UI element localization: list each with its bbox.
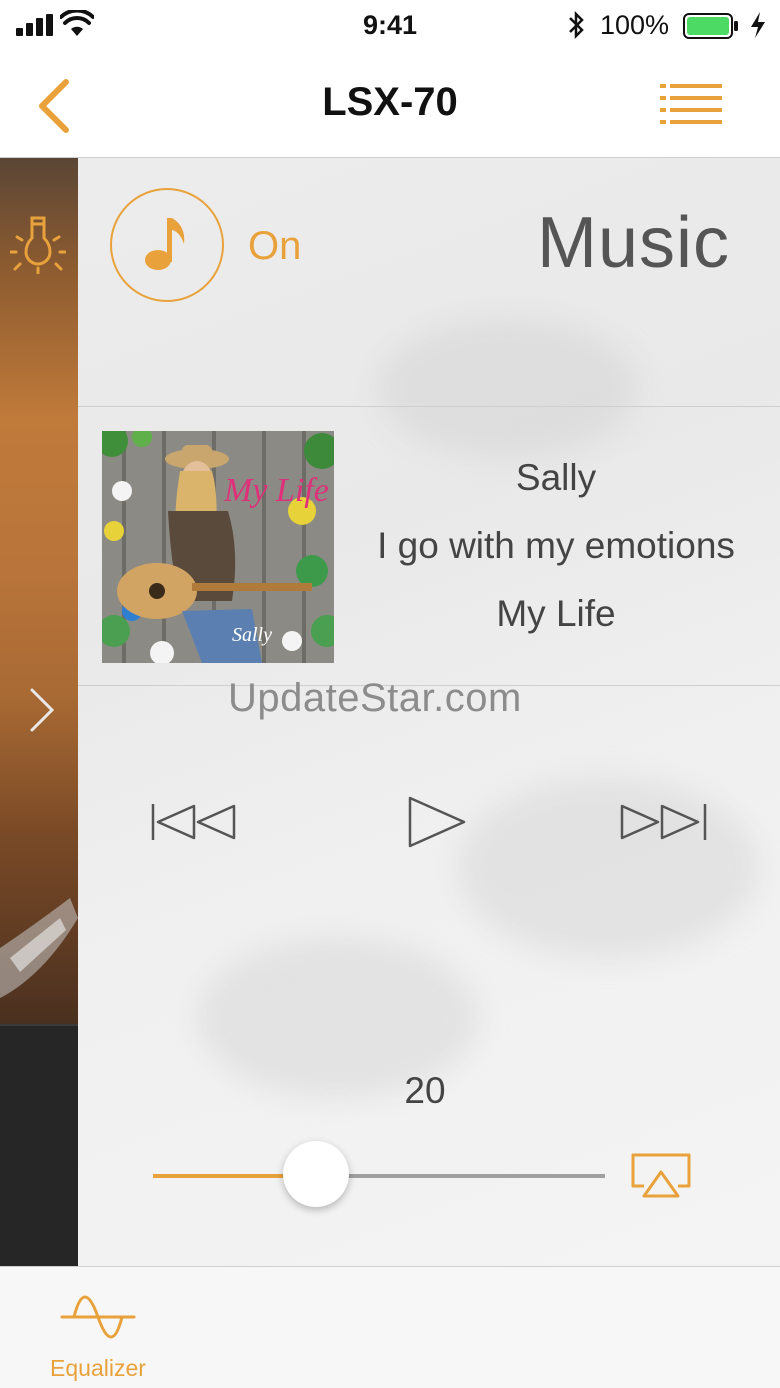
side-panel	[0, 158, 78, 1266]
play-button[interactable]	[406, 794, 470, 850]
album-art-artist: Sally	[232, 624, 272, 646]
source-state: On	[248, 224, 302, 268]
side-panel-bottom	[0, 1024, 78, 1266]
navigation-bar: LSX-70	[0, 52, 780, 158]
watermark: UpdateStar.com	[228, 676, 522, 720]
tab-equalizer[interactable]: Equalizer	[30, 1281, 166, 1381]
battery-icon	[683, 13, 738, 39]
track-artist: Sally	[515, 457, 597, 498]
skip-forward-button[interactable]	[620, 798, 710, 846]
source-section: On Music	[78, 158, 780, 407]
sine-wave-icon	[60, 1295, 136, 1339]
volume-slider[interactable]	[153, 1174, 605, 1178]
volume-slider-thumb[interactable]	[282, 1141, 349, 1207]
glass-decoration	[0, 898, 78, 998]
player-panel: On Music My Life Sally Sally I go with m…	[78, 158, 780, 1266]
bluetooth-icon	[569, 10, 584, 40]
album-art-title: My Life	[223, 472, 329, 509]
music-note-icon	[145, 218, 185, 270]
now-playing-section: My Life Sally Sally I go with my emotion…	[78, 407, 780, 686]
battery-percent: 100%	[600, 10, 670, 40]
charging-icon	[751, 12, 765, 38]
tab-equalizer-label: Equalizer	[50, 1355, 146, 1381]
track-title: I go with my emotions	[377, 525, 735, 566]
airplay-icon[interactable]	[630, 1152, 692, 1200]
tab-bar: Equalizer	[0, 1266, 780, 1388]
bulb-icon[interactable]	[10, 208, 66, 274]
list-menu-button[interactable]	[660, 82, 726, 128]
track-info: Sally I go with my emotions My Life	[356, 407, 756, 685]
chevron-right-icon[interactable]	[24, 684, 58, 736]
transport-controls	[78, 796, 780, 868]
track-album: My Life	[496, 593, 616, 634]
status-bar: 9:41 100%	[0, 0, 780, 52]
album-art: My Life Sally	[102, 431, 334, 663]
source-name: Music	[536, 203, 730, 283]
skip-back-button[interactable]	[150, 798, 240, 846]
music-source-button[interactable]	[110, 188, 224, 302]
volume-value: 20	[404, 1070, 446, 1111]
